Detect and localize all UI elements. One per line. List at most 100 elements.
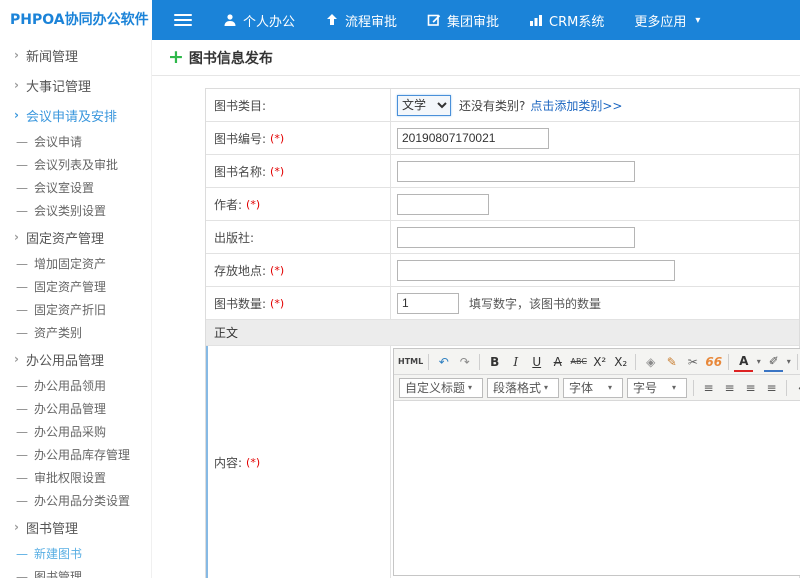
chevron-down-icon[interactable]: ▾	[754, 352, 763, 372]
nav-item-label: 个人办公	[243, 11, 295, 30]
chevron-down-icon[interactable]: ▾	[784, 352, 793, 372]
quantity-input[interactable]	[397, 293, 459, 314]
sidebar-item-news-mgmt[interactable]: › 新闻管理	[0, 40, 151, 70]
nav-item-label: 流程审批	[345, 11, 397, 30]
undo-icon[interactable]: ↶	[434, 352, 453, 372]
remove-format-button[interactable]: ABC	[569, 352, 588, 372]
sidebar-subitem-asset-add[interactable]: —增加固定资产	[0, 252, 151, 275]
paragraph-format-dropdown[interactable]: 段落格式 ▾	[487, 378, 559, 398]
field-label-text: 作者:	[214, 196, 242, 213]
sidebar-subitem-asset-category[interactable]: —资产类别	[0, 321, 151, 344]
field-label-text: 出版社:	[214, 229, 254, 246]
dash-icon: —	[16, 379, 28, 393]
sidebar-item-label: 新闻管理	[26, 46, 78, 65]
category-select[interactable]: 文学	[397, 95, 451, 116]
required-marker: (*)	[270, 132, 284, 145]
sidebar-item-supplies-mgmt[interactable]: ›办公用品管理	[0, 344, 151, 374]
edit-icon	[427, 13, 441, 27]
author-input[interactable]	[397, 194, 489, 215]
location-input[interactable]	[397, 260, 675, 281]
sidebar-subitem-asset-manage[interactable]: —固定资产管理	[0, 275, 151, 298]
editor-content-area[interactable]	[394, 401, 800, 575]
dash-icon: —	[16, 280, 28, 294]
sidebar-subitem-supplies-purchase[interactable]: —办公用品采购	[0, 420, 151, 443]
form-row-book-name: 图书名称: (*)	[206, 155, 799, 188]
dash-icon: —	[16, 570, 28, 578]
publisher-input[interactable]	[397, 227, 635, 248]
toolbar-separator	[797, 354, 798, 370]
align-left-button[interactable]: ≡	[699, 378, 718, 398]
font-size-dropdown[interactable]: 字号 ▾	[627, 378, 687, 398]
menu-icon[interactable]	[174, 14, 192, 26]
sidebar-subitem-asset-depreciation[interactable]: —固定资产折旧	[0, 298, 151, 321]
superscript-button[interactable]: X²	[590, 352, 609, 372]
page-title: 图书信息发布	[189, 48, 273, 68]
form-row-book-number: 图书编号: (*)	[206, 122, 799, 155]
underline-button[interactable]: U	[527, 352, 546, 372]
sidebar-item-events-mgmt[interactable]: › 大事记管理	[0, 70, 151, 100]
sidebar-item-label: 图书管理	[26, 518, 78, 537]
nav-crm-system[interactable]: CRM系统	[514, 0, 619, 40]
html-source-button[interactable]: HTML	[398, 352, 423, 372]
field-cell	[391, 155, 799, 187]
chevron-right-icon: ›	[14, 48, 19, 62]
sidebar-item-label: 办公用品管理	[34, 400, 106, 417]
sidebar-item-asset-mgmt[interactable]: ›固定资产管理	[0, 222, 151, 252]
redo-icon[interactable]: ↷	[455, 352, 474, 372]
user-icon	[223, 13, 237, 27]
subscript-button[interactable]: X₂	[611, 352, 630, 372]
heading-style-dropdown[interactable]: 自定义标题 ▾	[399, 378, 483, 398]
form-row-publisher: 出版社:	[206, 221, 799, 254]
field-cell	[391, 122, 799, 154]
nav-process-approval[interactable]: 流程审批	[310, 0, 412, 40]
field-label: 作者: (*)	[206, 188, 391, 220]
sidebar-subitem-meeting-apply[interactable]: — 会议申请	[0, 130, 151, 153]
dash-icon: —	[16, 402, 28, 416]
eraser-icon[interactable]: ◈	[641, 352, 660, 372]
field-label: 图书编号: (*)	[206, 122, 391, 154]
chevron-right-icon: ›	[14, 78, 19, 92]
align-justify-button[interactable]: ≡	[762, 378, 781, 398]
cut-icon[interactable]: ✂	[683, 352, 702, 372]
sidebar-item-meeting-mgmt[interactable]: ›会议申请及安排	[0, 100, 151, 130]
nav-group-approval[interactable]: 集团审批	[412, 0, 514, 40]
outdent-button[interactable]: «	[792, 378, 800, 398]
dropdown-label: 字号	[633, 379, 657, 396]
book-name-input[interactable]	[397, 161, 635, 182]
sidebar-subitem-supplies-manage[interactable]: — 办公用品管理	[0, 397, 151, 420]
sidebar-subitem-book-manage[interactable]: —图书管理	[0, 565, 151, 578]
format-brush-icon[interactable]: ✎	[662, 352, 681, 372]
sidebar-subitem-book-new[interactable]: —新建图书	[0, 542, 151, 565]
field-label-text: 图书类目:	[214, 97, 266, 114]
dash-icon: —	[16, 135, 28, 149]
italic-button[interactable]: I	[506, 352, 525, 372]
sidebar-subitem-meeting-room[interactable]: —会议室设置	[0, 176, 151, 199]
align-center-button[interactable]: ≡	[720, 378, 739, 398]
strikethrough-button[interactable]: A	[548, 352, 567, 372]
highlight-color-button[interactable]: ✐	[764, 352, 783, 372]
font-color-button[interactable]: A	[734, 352, 753, 372]
blockquote-button[interactable]: 66	[704, 352, 723, 372]
sidebar-subitem-approval-permission[interactable]: —审批权限设置	[0, 466, 151, 489]
dash-icon: —	[16, 204, 28, 218]
font-family-dropdown[interactable]: 字体 ▾	[563, 378, 623, 398]
sidebar-subitem-meeting-category[interactable]: —会议类别设置	[0, 199, 151, 222]
bold-button[interactable]: B	[485, 352, 504, 372]
field-label-text: 存放地点:	[214, 262, 266, 279]
align-right-button[interactable]: ≡	[741, 378, 760, 398]
category-hint: 还没有类别?	[459, 97, 525, 114]
sidebar-subitem-supplies-category[interactable]: —办公用品分类设置	[0, 489, 151, 512]
sidebar-item-label: 大事记管理	[26, 76, 91, 95]
sidebar-subitem-supplies-claim[interactable]: —办公用品领用	[0, 374, 151, 397]
sidebar-subitem-supplies-inventory[interactable]: —办公用品库存管理	[0, 443, 151, 466]
sidebar-subitem-meeting-list[interactable]: —会议列表及审批	[0, 153, 151, 176]
nav-item-label: 更多应用	[634, 11, 686, 30]
toolbar-separator	[428, 354, 429, 370]
add-category-link[interactable]: 点击添加类别>>	[530, 97, 622, 114]
nav-personal-office[interactable]: 个人办公	[208, 0, 310, 40]
sidebar-item-book-mgmt[interactable]: ›图书管理	[0, 512, 151, 542]
sidebar: › 新闻管理 › 大事记管理 ›会议申请及安排 — 会议申请 —会议列表及审批 —会议…	[0, 40, 152, 578]
sidebar-item-label: 会议申请	[34, 133, 82, 150]
book-number-input[interactable]	[397, 128, 549, 149]
nav-more-apps[interactable]: 更多应用 ▾	[619, 0, 715, 40]
